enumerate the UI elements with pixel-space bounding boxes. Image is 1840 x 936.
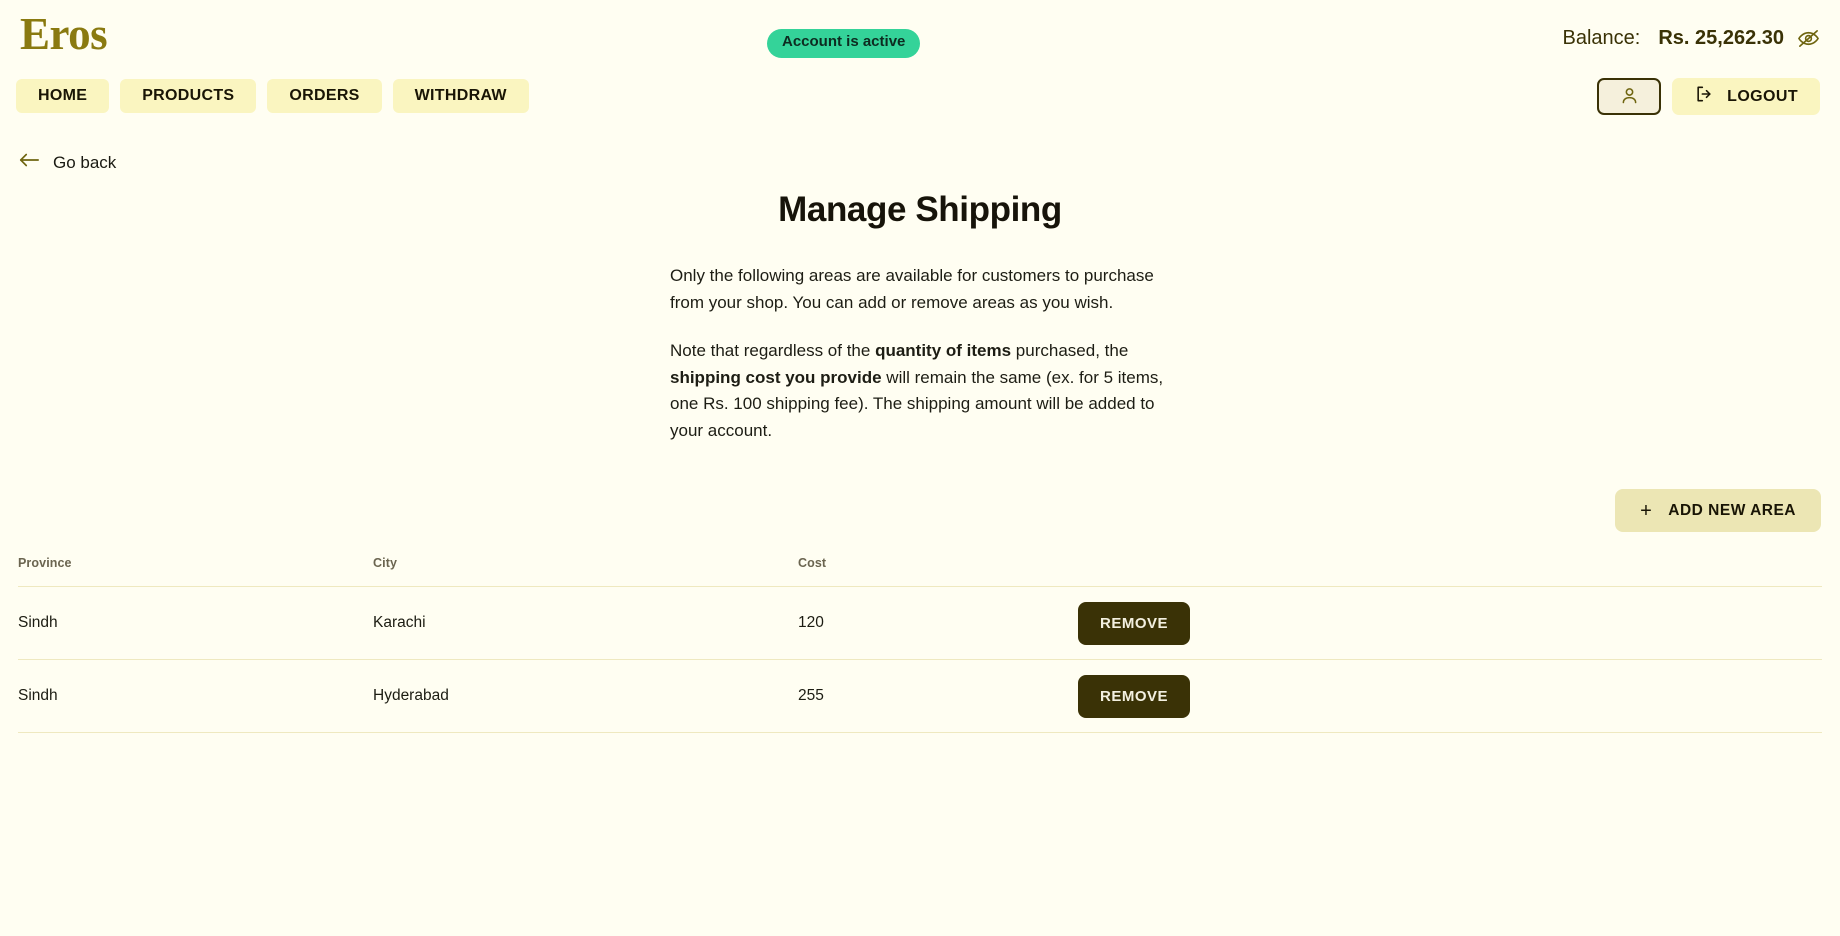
status-badge: Account is active [767,29,921,58]
cell-province: Sindh [18,614,58,632]
p2-bold-1: quantity of items [875,340,1012,360]
account-actions: LOGOUT [1597,78,1820,115]
nav-item-orders[interactable]: ORDERS [267,79,382,113]
cell-city: Karachi [373,614,426,632]
balance-label: Balance: [1562,27,1641,49]
go-back-label: Go back [53,152,117,172]
profile-button[interactable] [1597,78,1662,115]
app-root: Eros Account is active Balance: Rs. 25,2… [0,0,1840,936]
add-area-row: + ADD NEW AREA [0,489,1840,533]
intro-text: Only the following areas are available f… [670,263,1170,445]
page-title: Manage Shipping [778,190,1062,229]
nav-item-withdraw[interactable]: WITHDRAW [392,79,529,113]
top-bar: Eros Account is active Balance: Rs. 25,2… [0,0,1840,122]
cell-cost: 255 [798,687,824,705]
balance-amount: Rs. 25,262.30 [1658,27,1784,49]
intro-paragraph-2: Note that regardless of the quantity of … [670,338,1170,445]
add-new-area-label: ADD NEW AREA [1668,501,1796,519]
cell-city: Hyderabad [373,687,449,705]
column-header-province: Province [18,556,72,571]
user-icon [1619,85,1640,109]
cell-actions: REMOVE [1078,601,1822,645]
remove-button[interactable]: REMOVE [1078,601,1191,645]
main-content: Manage Shipping Only the following areas… [0,190,1840,734]
remove-button[interactable]: REMOVE [1078,674,1191,718]
table-row: Sindh Karachi 120 REMOVE [18,587,1822,661]
p2-bold-2: shipping cost you provide [670,367,882,387]
table-header-row: Province City Cost [18,556,1822,588]
cell-actions: REMOVE [1078,674,1822,718]
arrow-left-icon [18,151,40,174]
column-header-city: City [373,556,398,571]
p2-part-1: Note that regardless of the [670,340,876,360]
table-row: Sindh Hyderabad 255 REMOVE [18,660,1822,734]
intro-paragraph-1: Only the following areas are available f… [670,266,1154,312]
nav-item-home[interactable]: HOME [16,79,110,113]
logout-label: LOGOUT [1727,87,1798,105]
shipping-areas-table: Province City Cost Sindh Karachi 120 REM… [0,556,1840,734]
p2-part-2: purchased, the [1011,340,1129,360]
eye-off-icon[interactable] [1797,27,1820,50]
logout-icon [1694,84,1714,109]
nav-item-products[interactable]: PRODUCTS [120,79,257,113]
cell-province: Sindh [18,687,58,705]
go-back-link[interactable]: Go back [18,151,116,174]
plus-icon: + [1640,499,1653,522]
add-new-area-button[interactable]: + ADD NEW AREA [1615,489,1821,533]
cell-cost: 120 [798,614,824,632]
balance-display: Balance: Rs. 25,262.30 [1563,27,1821,50]
brand-logo[interactable]: Eros [20,12,108,57]
main-nav: HOME PRODUCTS ORDERS WITHDRAW [16,79,529,113]
logout-button[interactable]: LOGOUT [1672,78,1820,115]
column-header-cost: Cost [798,556,827,571]
